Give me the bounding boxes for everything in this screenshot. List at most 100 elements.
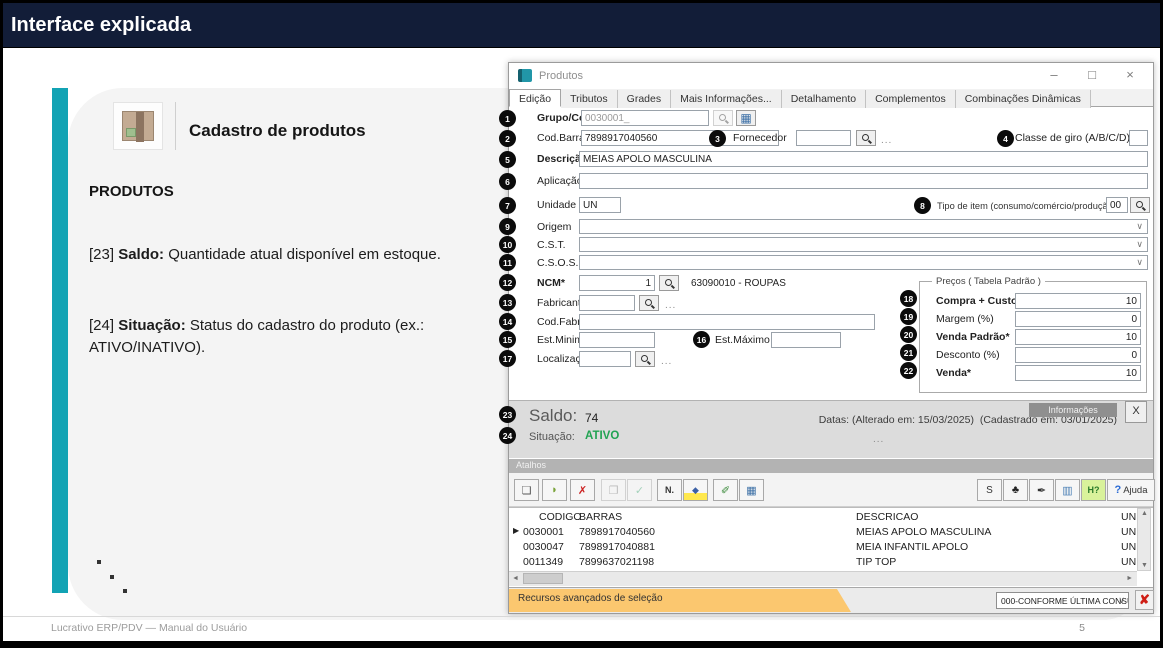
estmaximo-input[interactable] bbox=[771, 332, 841, 348]
produtos-window: Produtos – □ × EdiçãoTributosGradesMais … bbox=[508, 62, 1154, 614]
localizacao-input[interactable] bbox=[579, 351, 631, 367]
cancel-selection-button[interactable]: ✘ bbox=[1135, 590, 1154, 610]
copy-icon: ❐ bbox=[609, 484, 619, 497]
consulta-dropdown[interactable]: 000-CONFORME ÚLTIMA CONSULTA ∨ bbox=[996, 592, 1129, 609]
estminimo-input[interactable] bbox=[579, 332, 655, 348]
magnifier-icon bbox=[1135, 200, 1146, 211]
callout-5: 5 bbox=[499, 151, 516, 168]
aplicacao-label: Aplicação bbox=[537, 175, 583, 187]
tools-button[interactable]: ✒ bbox=[1029, 479, 1054, 501]
hq-button[interactable]: H? bbox=[1081, 479, 1106, 501]
slide: Interface explicada Cadastro de produtos… bbox=[3, 3, 1160, 641]
grupo-search-button[interactable] bbox=[713, 110, 733, 126]
delete-button[interactable]: ✗ bbox=[570, 479, 595, 501]
new-document-button[interactable]: ❏ bbox=[514, 479, 539, 501]
confirm-button[interactable]: ✓ bbox=[627, 479, 652, 501]
cell-descricao: MEIAS APOLO MASCULINA bbox=[856, 526, 991, 538]
tab-tributos[interactable]: Tributos bbox=[561, 90, 618, 108]
copy-button[interactable]: ❐ bbox=[601, 479, 626, 501]
pen-button[interactable]: ✐ bbox=[713, 479, 738, 501]
descricao-input[interactable] bbox=[579, 151, 1148, 167]
tipo-item-search-button[interactable] bbox=[1130, 197, 1150, 213]
chart-button[interactable]: ▥ bbox=[1055, 479, 1080, 501]
origem-select[interactable]: ∨ bbox=[579, 219, 1148, 234]
cell-un: UN bbox=[1121, 526, 1136, 538]
grupo-grid-button[interactable]: ▦ bbox=[736, 110, 756, 126]
window-titlebar[interactable]: Produtos – □ × bbox=[509, 63, 1153, 89]
ncm-input[interactable] bbox=[579, 275, 655, 291]
callout-20: 20 bbox=[900, 326, 917, 343]
saldo-label: Saldo: bbox=[529, 406, 577, 426]
tab-detalhamento[interactable]: Detalhamento bbox=[782, 90, 866, 108]
leaf-button[interactable]: ♣ bbox=[1003, 479, 1028, 501]
tools-icon: ✒ bbox=[1037, 484, 1046, 497]
codfabrica-input[interactable] bbox=[579, 314, 875, 330]
panel-close-button[interactable]: X bbox=[1125, 401, 1147, 423]
tipo-item-input[interactable] bbox=[1106, 197, 1128, 213]
table-row[interactable]: 0030047 7898917040881 MEIA INFANTIL APOL… bbox=[509, 540, 1137, 556]
fornecedor-input[interactable] bbox=[796, 130, 851, 146]
ncm-description: 63090010 - ROUPAS bbox=[691, 278, 786, 289]
ncm-search-button[interactable] bbox=[659, 275, 679, 291]
chevron-down-icon: ∨ bbox=[1118, 595, 1125, 606]
column-header-un[interactable]: UN bbox=[1121, 511, 1136, 523]
tab-complementos[interactable]: Complementos bbox=[866, 90, 956, 108]
fornecedor-label: Fornecedor bbox=[733, 132, 787, 144]
venda-input[interactable] bbox=[1015, 365, 1141, 381]
callout-19: 19 bbox=[900, 308, 917, 325]
desconto-input[interactable] bbox=[1015, 347, 1141, 363]
tab-combinacoes-dinamicas[interactable]: Combinações Dinâmicas bbox=[956, 90, 1091, 108]
callout-7: 7 bbox=[499, 197, 516, 214]
close-button[interactable]: × bbox=[1119, 67, 1141, 82]
n-button[interactable]: N. bbox=[657, 479, 682, 501]
scroll-up-icon[interactable]: ▲ bbox=[1141, 510, 1148, 517]
table-button[interactable]: ▦ bbox=[739, 479, 764, 501]
fornecedor-search-button[interactable] bbox=[856, 130, 876, 146]
magnifier-icon bbox=[861, 133, 872, 144]
classe-giro-input[interactable] bbox=[1129, 130, 1148, 146]
maximize-button[interactable]: □ bbox=[1081, 67, 1103, 82]
aplicacao-input[interactable] bbox=[579, 173, 1148, 189]
tab-edicao[interactable]: Edição bbox=[509, 89, 561, 107]
recursos-avancados-tab[interactable]: Recursos avançados de seleção bbox=[509, 589, 851, 612]
column-header-codigo[interactable]: CODIGO bbox=[539, 511, 582, 523]
grupo-input[interactable] bbox=[581, 110, 709, 126]
margem-input[interactable] bbox=[1015, 311, 1141, 327]
column-header-descricao[interactable]: DESCRICAO bbox=[856, 511, 918, 523]
scroll-right-icon[interactable]: ► bbox=[1126, 575, 1133, 582]
column-header-barras[interactable]: BARRAS bbox=[579, 511, 622, 523]
minimize-button[interactable]: – bbox=[1043, 67, 1065, 82]
venda-padrao-input[interactable] bbox=[1015, 329, 1141, 345]
callout-11: 11 bbox=[499, 254, 516, 271]
unidade-input[interactable] bbox=[579, 197, 621, 213]
situacao-label: Situação: bbox=[529, 431, 575, 443]
scrollbar-thumb[interactable] bbox=[523, 573, 563, 584]
cell-codigo: 0030001 bbox=[523, 526, 564, 538]
fabricante-input[interactable] bbox=[579, 295, 635, 311]
scroll-down-icon[interactable]: ▼ bbox=[1141, 562, 1148, 569]
csosn-select[interactable]: ∨ bbox=[579, 255, 1148, 270]
open-button[interactable]: ◗ bbox=[542, 479, 567, 501]
localizacao-search-button[interactable] bbox=[635, 351, 655, 367]
footer-divider bbox=[3, 616, 1160, 617]
help-button[interactable]: ?Ajuda bbox=[1107, 479, 1155, 501]
informacoes-button[interactable]: Informações bbox=[1029, 403, 1117, 417]
table-row[interactable]: ▶ 0030001 7898917040560 MEIAS APOLO MASC… bbox=[509, 525, 1137, 541]
precos-groupbox: Preços ( Tabela Padrão ) Compra + Custos… bbox=[919, 281, 1147, 393]
callout-23: 23 bbox=[499, 406, 516, 423]
tab-grades[interactable]: Grades bbox=[618, 90, 671, 108]
tab-mais-informacoes[interactable]: Mais Informações... bbox=[671, 90, 782, 108]
fabricante-search-button[interactable] bbox=[639, 295, 659, 311]
s-button[interactable]: S bbox=[977, 479, 1002, 501]
scroll-left-icon[interactable]: ◄ bbox=[512, 575, 519, 582]
paint-button[interactable]: ◆ bbox=[683, 479, 708, 501]
new-document-icon: ❏ bbox=[522, 484, 532, 497]
cst-select[interactable]: ∨ bbox=[579, 237, 1148, 252]
callout-13: 13 bbox=[499, 294, 516, 311]
horizontal-scrollbar[interactable]: ◄ ► bbox=[509, 571, 1137, 586]
compra-custos-input[interactable] bbox=[1015, 293, 1141, 309]
divider bbox=[175, 102, 176, 150]
datas-ellipsis: ... bbox=[873, 434, 884, 445]
vertical-scrollbar[interactable]: ▲ ▼ bbox=[1137, 508, 1151, 571]
table-row[interactable]: 0011349 7899637021198 TIP TOP UN bbox=[509, 555, 1137, 571]
